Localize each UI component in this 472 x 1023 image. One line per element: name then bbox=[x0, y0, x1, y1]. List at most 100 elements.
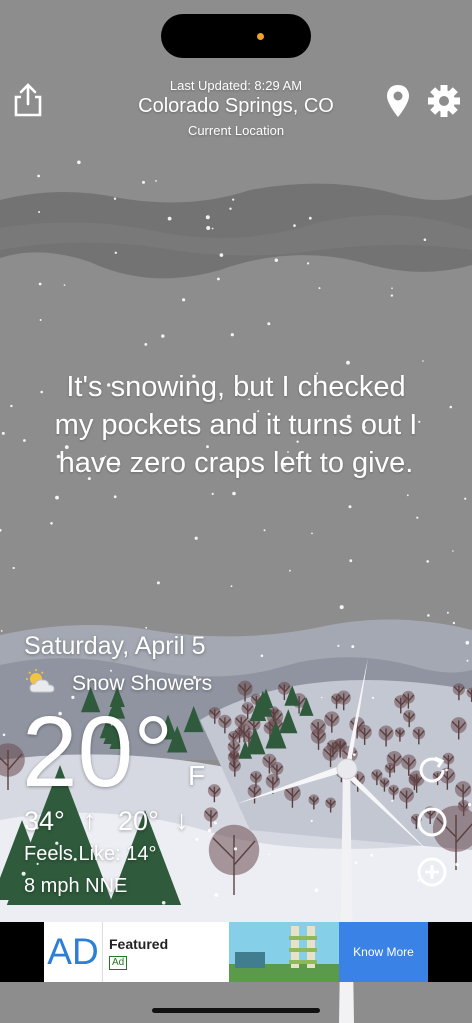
weather-scene-background bbox=[0, 0, 472, 1023]
snowflake bbox=[207, 828, 212, 833]
ad-image[interactable] bbox=[229, 922, 339, 982]
gear-icon[interactable] bbox=[427, 84, 461, 118]
snowflake bbox=[38, 282, 42, 286]
ad-banner[interactable]: AD Featured Ad Know More bbox=[0, 922, 472, 982]
snowflake bbox=[219, 253, 224, 257]
snowflake bbox=[416, 516, 419, 519]
snowflake bbox=[391, 799, 394, 802]
snowflake bbox=[232, 198, 235, 201]
recording-indicator bbox=[257, 33, 264, 40]
share-icon[interactable] bbox=[12, 82, 44, 118]
arrow-up-icon: ↑ bbox=[83, 805, 97, 835]
snowflake bbox=[1, 431, 5, 435]
quote-line: my pockets and it turns out I bbox=[54, 409, 418, 441]
snowflake bbox=[370, 853, 374, 857]
snowflake bbox=[232, 491, 236, 496]
ad-logo: AD bbox=[44, 922, 103, 982]
snowflake bbox=[195, 838, 199, 841]
snowflake bbox=[77, 160, 81, 165]
snowflake bbox=[12, 566, 15, 570]
quote-line: have zero craps left to give. bbox=[58, 447, 414, 479]
wind-label: 8 mph NNE bbox=[24, 875, 128, 897]
snowflake bbox=[371, 696, 375, 700]
circle-icon[interactable] bbox=[415, 805, 449, 839]
snowflake bbox=[274, 258, 278, 262]
snowflake bbox=[39, 319, 42, 321]
low-temperature: 20° bbox=[118, 806, 159, 836]
ad-badge: Ad bbox=[109, 956, 128, 970]
snowflake bbox=[229, 207, 232, 210]
snowflake bbox=[455, 862, 459, 867]
ad-content[interactable]: AD Featured Ad Know More bbox=[44, 922, 428, 982]
snowflake bbox=[156, 581, 160, 585]
snowflake bbox=[2, 733, 6, 737]
snowflake bbox=[161, 334, 165, 338]
high-temperature: 34° bbox=[24, 806, 65, 836]
snowflake bbox=[233, 847, 238, 851]
condition-label: Snow Showers bbox=[72, 672, 213, 695]
snowflake bbox=[427, 614, 430, 617]
snowflake bbox=[182, 298, 186, 302]
snowflake bbox=[289, 569, 291, 572]
feels-like-label: Feels Like: 14° bbox=[24, 843, 157, 865]
snowflake bbox=[314, 888, 319, 892]
snowflake bbox=[346, 360, 350, 365]
snowflake bbox=[311, 532, 313, 535]
snowflake bbox=[113, 495, 117, 499]
plus-icon[interactable] bbox=[415, 855, 449, 889]
snowflake bbox=[113, 197, 117, 200]
snowflake bbox=[352, 753, 356, 756]
snowflake bbox=[464, 497, 467, 500]
snowflake bbox=[426, 560, 430, 563]
snowflake bbox=[214, 893, 219, 897]
snowflake bbox=[144, 343, 148, 346]
snowflake bbox=[263, 529, 266, 532]
snowflake bbox=[351, 645, 355, 649]
snowflake bbox=[230, 333, 234, 337]
snowflake bbox=[452, 621, 456, 625]
know-more-button[interactable]: Know More bbox=[339, 922, 428, 982]
snowflake bbox=[194, 536, 198, 540]
snowflake bbox=[320, 696, 323, 699]
snowflake bbox=[268, 853, 270, 856]
ad-title: Featured bbox=[109, 936, 169, 952]
partly-cloudy-snow-icon bbox=[24, 669, 60, 697]
snowflake bbox=[167, 216, 172, 221]
temperature-unit[interactable]: F bbox=[188, 760, 205, 792]
snowflake bbox=[205, 215, 210, 220]
snowflake bbox=[391, 287, 393, 290]
dynamic-island bbox=[161, 14, 311, 58]
snowflake bbox=[465, 640, 470, 645]
snowflake bbox=[260, 654, 264, 658]
last-updated-label: Last Updated: 8:29 AM bbox=[169, 78, 303, 93]
snowflake bbox=[161, 901, 166, 905]
snowflake bbox=[466, 659, 469, 662]
location-pin-icon[interactable] bbox=[385, 84, 411, 118]
snowflake bbox=[337, 644, 340, 647]
snowflake bbox=[452, 550, 454, 552]
snowflake bbox=[390, 294, 394, 297]
location-name[interactable]: Colorado Springs, CO bbox=[100, 95, 372, 118]
snowflake bbox=[217, 277, 220, 281]
snowflake bbox=[211, 492, 214, 495]
snowflake bbox=[38, 211, 41, 213]
snowflake bbox=[406, 494, 409, 497]
snowflake bbox=[63, 284, 66, 286]
snowflake bbox=[423, 238, 427, 241]
snowflake bbox=[145, 626, 148, 629]
snowflake bbox=[55, 495, 59, 500]
current-temperature: 20° bbox=[22, 696, 174, 808]
snowflake bbox=[267, 322, 271, 326]
snowflake bbox=[354, 861, 358, 864]
snowflake bbox=[310, 819, 313, 823]
snowflake bbox=[348, 505, 352, 509]
date-label: Saturday, April 5 bbox=[24, 632, 206, 660]
home-indicator[interactable] bbox=[152, 1008, 320, 1013]
snowflake bbox=[467, 803, 472, 807]
snowflake bbox=[155, 180, 157, 182]
refresh-icon[interactable] bbox=[415, 753, 449, 787]
snowflake bbox=[422, 360, 424, 362]
arrow-down-icon: ↓ bbox=[175, 805, 189, 835]
snowflake bbox=[114, 251, 118, 254]
snowflake bbox=[213, 821, 217, 825]
